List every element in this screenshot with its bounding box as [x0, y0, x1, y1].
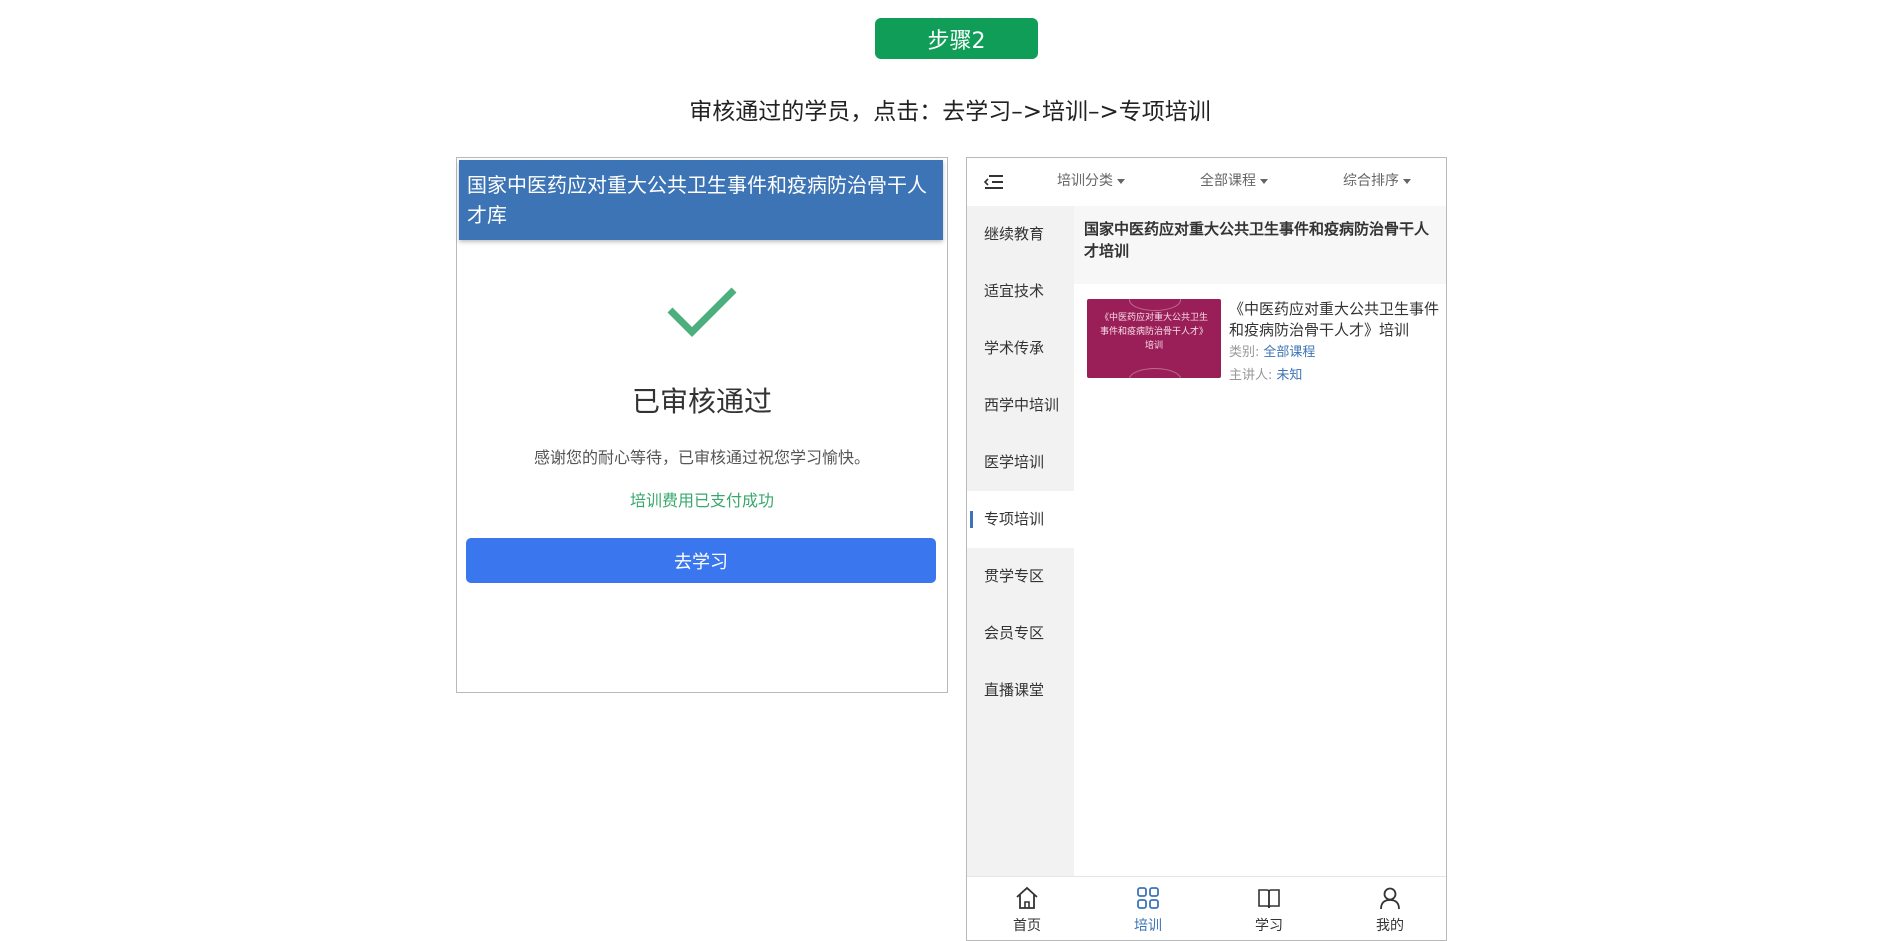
book-icon — [1258, 889, 1280, 909]
nav-home[interactable]: 首页 — [987, 885, 1067, 935]
bottom-nav: 首页 培训 学习 我的 — [967, 876, 1446, 940]
page-header: 国家中医药应对重大公共卫生事件和疫病防治骨干人才库 — [459, 160, 943, 240]
user-icon — [1380, 887, 1400, 910]
sidebar-item-appropriate-tech[interactable]: 适宜技术 — [967, 263, 1074, 320]
sidebar-item-member-zone[interactable]: 会员专区 — [967, 605, 1074, 662]
filter-courses-label: 全部课程 — [1200, 173, 1256, 189]
menu-icon[interactable] — [983, 172, 1005, 192]
course-title[interactable]: 《中医药应对重大公共卫生事件和疫病防治骨干人才》培训 — [1229, 299, 1444, 341]
sidebar-item-western-learn-tcm[interactable]: 西学中培训 — [967, 377, 1074, 434]
filter-sort[interactable]: 综合排序 — [1343, 170, 1411, 190]
step-badge: 步骤2 — [875, 18, 1038, 59]
course-category: 类别: 全部课程 — [1229, 341, 1315, 360]
filter-category[interactable]: 培训分类 — [1057, 170, 1125, 190]
nav-home-label: 首页 — [1013, 918, 1041, 934]
course-card[interactable]: 《中医药应对重大公共卫生事件和疫病防治骨干人才》培训 《中医药应对重大公共卫生事… — [1087, 299, 1444, 383]
speaker-label: 主讲人: — [1229, 368, 1273, 383]
payment-status: 培训费用已支付成功 — [629, 491, 774, 510]
course-cover[interactable]: 《中医药应对重大公共卫生事件和疫病防治骨干人才》培训 — [1087, 299, 1221, 378]
speaker-value: 未知 — [1276, 368, 1303, 383]
instruction-text: 审核通过的学员，点击：去学习–>培训–>专项培训 — [689, 99, 1211, 125]
cover-text: 《中医药应对重大公共卫生事件和疫病防治骨干人才》培训 — [1099, 313, 1208, 351]
grid-icon — [1137, 887, 1159, 909]
nav-study-label: 学习 — [1255, 918, 1283, 934]
section-title: 国家中医药应对重大公共卫生事件和疫病防治骨干人才培训 — [1074, 206, 1446, 284]
thanks-text: 感谢您的耐心等待，已审核通过祝您学习愉快。 — [533, 448, 870, 467]
sidebar-item-study-zone[interactable]: 贯学专区 — [967, 548, 1074, 605]
training-panel: 培训分类 全部课程 综合排序 继续教育 适宜技术 学术传承 西学中培训 医学培训… — [966, 157, 1447, 941]
course-speaker: 主讲人: 未知 — [1229, 364, 1302, 383]
category-sidebar: 继续教育 适宜技术 学术传承 西学中培训 医学培训 专项培训 贯学专区 会员专区… — [967, 206, 1074, 876]
nav-training[interactable]: 培训 — [1108, 885, 1188, 935]
nav-study[interactable]: 学习 — [1229, 885, 1309, 935]
caret-down-icon — [1117, 178, 1125, 184]
caret-down-icon — [1260, 178, 1268, 184]
sidebar-item-continuing-education[interactable]: 继续教育 — [967, 206, 1074, 263]
category-value: 全部课程 — [1263, 345, 1316, 360]
caret-down-icon — [1403, 178, 1411, 184]
approval-panel: 国家中医药应对重大公共卫生事件和疫病防治骨干人才库 已审核通过 感谢您的耐心等待… — [456, 157, 948, 693]
sidebar-item-special-training[interactable]: 专项培训 — [967, 491, 1074, 548]
cover-ornament — [1129, 368, 1181, 378]
approved-title: 已审核通过 — [631, 385, 772, 418]
filter-courses[interactable]: 全部课程 — [1200, 170, 1268, 190]
filter-bar: 培训分类 全部课程 综合排序 — [967, 158, 1446, 206]
sidebar-item-medical-training[interactable]: 医学培训 — [967, 434, 1074, 491]
nav-mine[interactable]: 我的 — [1350, 885, 1430, 935]
category-label: 类别: — [1229, 345, 1260, 360]
sidebar-item-academic-heritage[interactable]: 学术传承 — [967, 320, 1074, 377]
cover-ornament — [1129, 299, 1181, 311]
header-title: 国家中医药应对重大公共卫生事件和疫病防治骨干人才库 — [467, 173, 927, 227]
nav-training-label: 培训 — [1134, 918, 1162, 934]
course-list: 国家中医药应对重大公共卫生事件和疫病防治骨干人才培训 《中医药应对重大公共卫生事… — [1074, 206, 1446, 876]
filter-category-label: 培训分类 — [1057, 173, 1113, 189]
check-icon — [667, 287, 737, 337]
go-study-button[interactable]: 去学习 — [466, 538, 936, 583]
filter-sort-label: 综合排序 — [1343, 173, 1399, 189]
nav-mine-label: 我的 — [1376, 918, 1404, 934]
sidebar-item-live-class[interactable]: 直播课堂 — [967, 662, 1074, 719]
home-icon — [1016, 886, 1038, 909]
